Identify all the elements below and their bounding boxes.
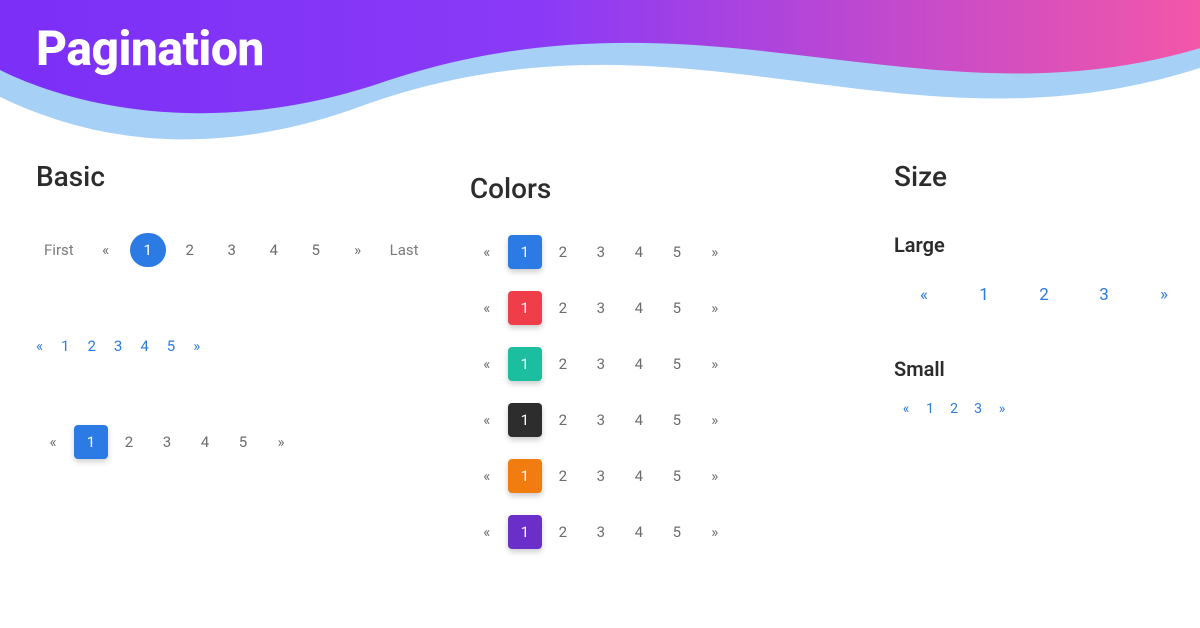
page-3[interactable]: 3 (584, 291, 618, 325)
page-2[interactable]: 2 (546, 291, 580, 325)
page-prev[interactable]: « (88, 233, 124, 267)
page-4[interactable]: 4 (622, 235, 656, 269)
page-1[interactable]: 1 (508, 347, 542, 381)
page-4[interactable]: 4 (188, 425, 222, 459)
page-4[interactable]: 4 (622, 403, 656, 437)
page-1[interactable]: 1 (508, 459, 542, 493)
page-5[interactable]: 5 (167, 337, 175, 355)
page-next[interactable]: » (698, 291, 732, 325)
page-3[interactable]: 3 (584, 459, 618, 493)
page-prev[interactable]: « (36, 425, 70, 459)
page-next[interactable]: » (698, 515, 732, 549)
page-3[interactable]: 3 (584, 403, 618, 437)
page-2[interactable]: 2 (546, 515, 580, 549)
page-5[interactable]: 5 (660, 235, 694, 269)
page-5[interactable]: 5 (660, 459, 694, 493)
page-header: Pagination (0, 0, 1200, 140)
page-4[interactable]: 4 (622, 459, 656, 493)
page-next[interactable]: » (340, 233, 376, 267)
page-4[interactable]: 4 (140, 337, 148, 355)
page-1[interactable]: 1 (508, 515, 542, 549)
page-3[interactable]: 3 (150, 425, 184, 459)
page-2[interactable]: 2 (1014, 273, 1074, 317)
page-title: Pagination (36, 20, 264, 77)
page-3[interactable]: 3 (214, 233, 250, 267)
pagination-color-danger: « 1 2 3 4 5 » (470, 291, 864, 325)
page-4[interactable]: 4 (622, 515, 656, 549)
page-prev[interactable]: « (36, 337, 43, 355)
page-2[interactable]: 2 (112, 425, 146, 459)
page-next[interactable]: » (264, 425, 298, 459)
page-5[interactable]: 5 (298, 233, 334, 267)
page-prev[interactable]: « (470, 403, 504, 437)
page-prev[interactable]: « (470, 347, 504, 381)
pagination-color-warning: « 1 2 3 4 5 » (470, 459, 864, 493)
page-2[interactable]: 2 (546, 235, 580, 269)
size-large-label: Large (894, 233, 1164, 257)
page-next[interactable]: » (698, 347, 732, 381)
page-next[interactable]: » (698, 403, 732, 437)
page-3[interactable]: 3 (1074, 273, 1134, 317)
page-2[interactable]: 2 (546, 403, 580, 437)
section-size: Size Large « 1 2 3 » Small « 1 2 3 » (894, 160, 1164, 571)
page-5[interactable]: 5 (660, 291, 694, 325)
section-basic: Basic First « 1 2 3 4 5 » Last « 1 2 3 4… (36, 160, 440, 571)
section-heading-colors: Colors (470, 172, 864, 205)
page-5[interactable]: 5 (660, 347, 694, 381)
pagination-color-primary: « 1 2 3 4 5 » (470, 235, 864, 269)
page-prev[interactable]: « (470, 515, 504, 549)
page-1[interactable]: 1 (130, 233, 166, 267)
page-2[interactable]: 2 (942, 397, 966, 421)
pagination-basic-links: « 1 2 3 4 5 » (36, 337, 440, 355)
section-heading-basic: Basic (36, 160, 440, 193)
pagination-large: « 1 2 3 » (894, 273, 1164, 317)
page-3[interactable]: 3 (584, 347, 618, 381)
page-3[interactable]: 3 (966, 397, 990, 421)
page-4[interactable]: 4 (256, 233, 292, 267)
pagination-small: « 1 2 3 » (894, 397, 1164, 421)
size-small-label: Small (894, 357, 1164, 381)
pagination-basic-boxed: « 1 2 3 4 5 » (36, 425, 440, 459)
page-3[interactable]: 3 (584, 515, 618, 549)
page-4[interactable]: 4 (622, 347, 656, 381)
page-next[interactable]: » (698, 459, 732, 493)
section-heading-size: Size (894, 160, 1164, 193)
pagination-basic-classic: First « 1 2 3 4 5 » Last (36, 233, 440, 267)
page-prev[interactable]: « (894, 273, 954, 317)
pagination-color-teal: « 1 2 3 4 5 » (470, 347, 864, 381)
page-5[interactable]: 5 (226, 425, 260, 459)
page-1[interactable]: 1 (508, 291, 542, 325)
page-1[interactable]: 1 (508, 403, 542, 437)
pagination-color-purple: « 1 2 3 4 5 » (470, 515, 864, 549)
page-2[interactable]: 2 (546, 459, 580, 493)
page-1[interactable]: 1 (508, 235, 542, 269)
page-2[interactable]: 2 (546, 347, 580, 381)
page-first[interactable]: First (36, 233, 82, 267)
page-2[interactable]: 2 (87, 337, 95, 355)
page-prev[interactable]: « (470, 459, 504, 493)
page-3[interactable]: 3 (584, 235, 618, 269)
page-prev[interactable]: « (470, 291, 504, 325)
page-1[interactable]: 1 (61, 337, 69, 355)
page-1[interactable]: 1 (74, 425, 108, 459)
section-colors: Colors « 1 2 3 4 5 » « 1 2 3 4 5 » « 1 2… (470, 160, 864, 571)
page-next[interactable]: » (990, 397, 1014, 421)
page-2[interactable]: 2 (172, 233, 208, 267)
page-prev[interactable]: « (894, 397, 918, 421)
page-4[interactable]: 4 (622, 291, 656, 325)
page-5[interactable]: 5 (660, 515, 694, 549)
pagination-color-dark: « 1 2 3 4 5 » (470, 403, 864, 437)
page-next[interactable]: » (698, 235, 732, 269)
page-1[interactable]: 1 (918, 397, 942, 421)
page-3[interactable]: 3 (114, 337, 122, 355)
page-last[interactable]: Last (382, 233, 427, 267)
page-next[interactable]: » (1134, 273, 1194, 317)
page-1[interactable]: 1 (954, 273, 1014, 317)
page-prev[interactable]: « (470, 235, 504, 269)
page-next[interactable]: » (193, 337, 200, 355)
page-5[interactable]: 5 (660, 403, 694, 437)
